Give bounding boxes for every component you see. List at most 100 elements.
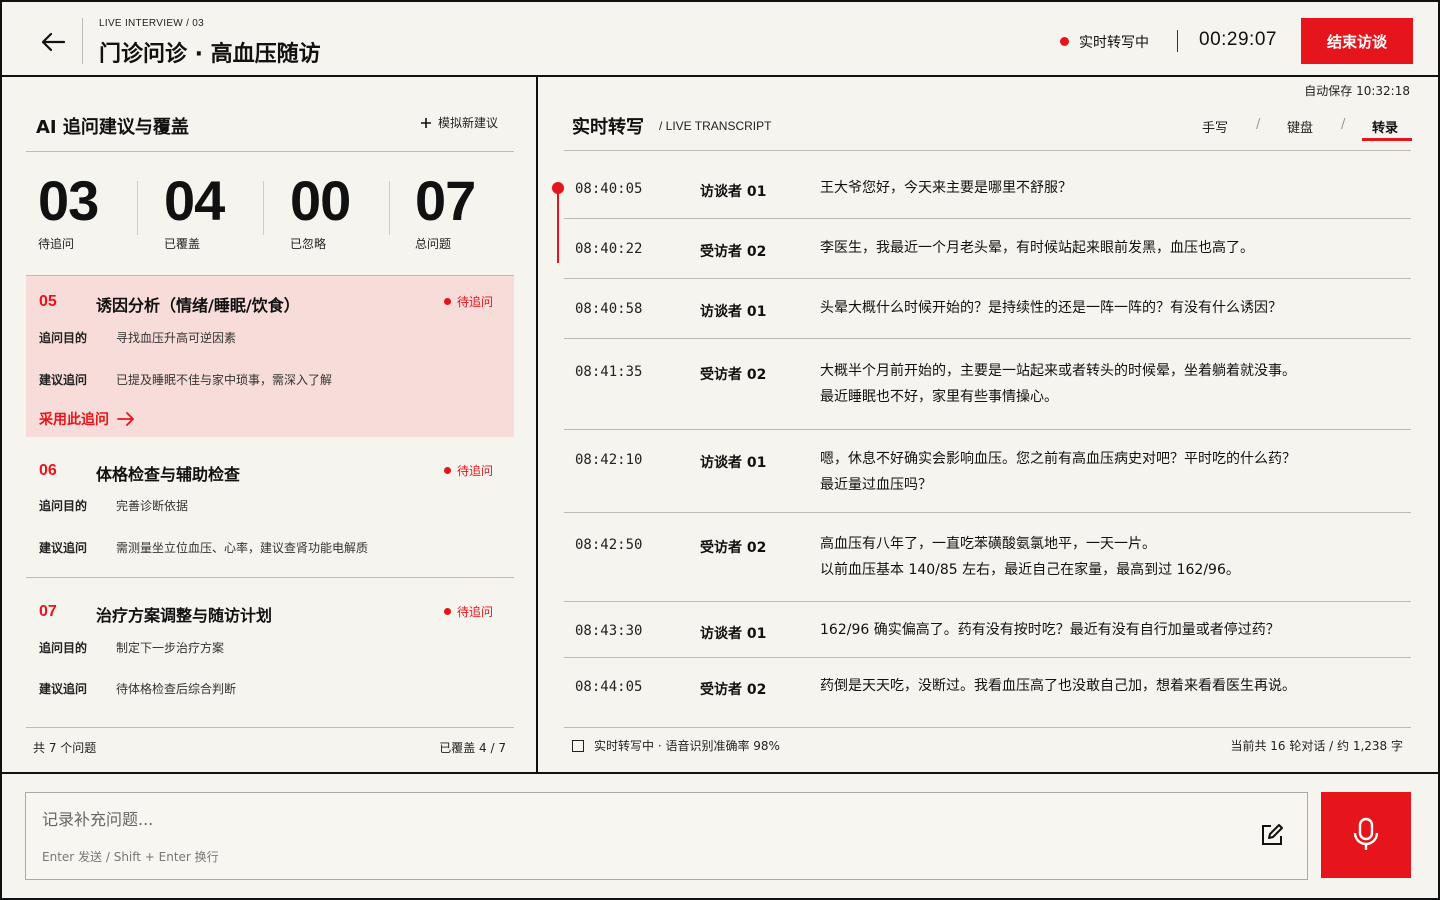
card-status-label: 待追问: [457, 464, 494, 478]
adopt-question-label: 采用此追问: [39, 412, 109, 428]
card-purpose-value: 制定下一步治疗方案: [116, 641, 225, 655]
transcript-speaker: 访谈者 01: [700, 304, 767, 320]
transcript-time: 08:40:58: [575, 301, 643, 317]
transcript-speaker: 访谈者 01: [700, 184, 767, 200]
transcript-row[interactable]: 08:42:10 访谈者 01 嗯，休息不好确实会影响血压。您之前有高血压病史对…: [564, 446, 1411, 516]
card-purpose-label: 追问目的: [39, 499, 88, 513]
divider: [564, 512, 1411, 513]
question-count: 共 7 个问题: [33, 741, 97, 755]
stat-divider: [263, 181, 264, 235]
divider: [564, 218, 1411, 219]
recording-status: 实时转写中: [1079, 35, 1149, 51]
stat-number: 00: [290, 169, 351, 232]
note-input[interactable]: [42, 807, 1222, 831]
suggestion-card-06[interactable]: 06 体格检查与辅助检查 待追问 追问目的 完善诊断依据 建议追问 需测量坐立位…: [26, 445, 514, 577]
suggestion-card-05[interactable]: 05 诱因分析（情绪/睡眠/饮食） 待追问 追问目的 寻找血压升高可逆因素 建议…: [26, 276, 514, 437]
transcript-time: 08:42:50: [575, 537, 643, 553]
divider: [564, 150, 1411, 151]
adopt-question-button[interactable]: 采用此追问: [39, 409, 135, 429]
transcript-text-line2: 最近睡眠也不好，家里有些事情操心。: [820, 389, 1058, 405]
tab-transcribe[interactable]: 转录: [1372, 117, 1398, 136]
status-checkbox[interactable]: [572, 739, 584, 752]
card-purpose-value: 完善诊断依据: [116, 499, 189, 513]
stat-label: 待追问: [38, 237, 75, 251]
divider: [564, 727, 1411, 728]
stat-number: 03: [38, 169, 99, 232]
transcript-row[interactable]: 08:44:05 受访者 02 药倒是天天吃，没断过。我看血压高了也没敢自己加，…: [564, 673, 1411, 717]
transcript-text: 头晕大概什么时候开始的？是持续性的还是一阵一阵的？有没有什么诱因？: [820, 300, 1282, 316]
simulate-suggestion-label: 模拟新建议: [438, 116, 499, 130]
transcript-row[interactable]: 08:40:58 访谈者 01 头晕大概什么时候开始的？是持续性的还是一阵一阵的…: [564, 295, 1411, 339]
card-number: 06: [39, 462, 57, 479]
card-status-label: 待追问: [457, 295, 494, 309]
transcript-time: 08:41:35: [575, 364, 643, 380]
transcript-text-line2: 最近量过血压吗？: [820, 477, 932, 493]
card-suggest-label: 建议追问: [39, 373, 88, 387]
card-title: 体格检查与辅助检查: [96, 465, 241, 484]
timer-divider: [1177, 30, 1178, 52]
transcript-speaker: 受访者 02: [700, 540, 767, 556]
microphone-icon: [1353, 817, 1379, 850]
card-suggest-value: 已提及睡眠不佳与家中琐事，需深入了解: [116, 373, 333, 387]
transcribe-status-label: 实时转写中 · 语音识别准确率 98%: [594, 739, 780, 753]
transcript-time: 08:42:10: [575, 452, 643, 468]
transcript-title: 实时转写: [572, 117, 644, 138]
transcript-text: 162/96 确实偏高了。药有没有按时吃？最近有没有自行加量或者停过药？: [820, 622, 1280, 638]
card-status: 待追问: [444, 293, 493, 310]
transcript-text: 嗯，休息不好确实会影响血压。您之前有高血压病史对吧？平时吃的什么药？: [820, 451, 1296, 467]
card-title: 诱因分析（情绪/睡眠/饮食）: [96, 296, 300, 315]
card-status-label: 待追问: [457, 605, 494, 619]
header-divider: [82, 18, 83, 64]
divider: [564, 657, 1411, 658]
transcript-row[interactable]: 08:42:50 受访者 02 高血压有八年了，一直吃苯磺酸氨氯地平，一天一片。…: [564, 531, 1411, 601]
tab-separator: /: [1341, 117, 1346, 132]
simulate-suggestion-button[interactable]: 模拟新建议: [420, 114, 498, 131]
transcript-row[interactable]: 08:40:05 访谈者 01 王大爷您好，今天来主要是哪里不舒服？: [564, 175, 1411, 219]
suggestions-panel: AI 追问建议与覆盖 模拟新建议 03 待追问 04 已覆盖 00 已忽略 07…: [2, 77, 538, 772]
note-input-box: Enter 发送 / Shift + Enter 换行: [25, 792, 1308, 880]
divider: [26, 577, 514, 578]
back-button[interactable]: [28, 20, 78, 64]
recording-dot-icon: [1060, 37, 1069, 46]
tab-handwrite[interactable]: 手写: [1202, 117, 1228, 136]
transcript-panel: 自动保存 10:32:18 实时转写 / LIVE TRANSCRIPT 手写 …: [540, 77, 1438, 772]
card-number: 05: [39, 293, 57, 310]
card-suggest-label: 建议追问: [39, 541, 88, 555]
transcript-text: 药倒是天天吃，没断过。我看血压高了也没敢自己加，想着来看看医生再说。: [820, 678, 1296, 694]
stat-label: 已覆盖: [164, 237, 201, 251]
transcript-speaker: 受访者 02: [700, 244, 767, 260]
transcript-text: 王大爷您好，今天来主要是哪里不舒服？: [820, 180, 1072, 196]
suggestion-card-07[interactable]: 07 治疗方案调整与随访计划 待追问 追问目的 制定下一步治疗方案 建议追问 待…: [26, 585, 514, 717]
suggestions-title: AI 追问建议与覆盖: [36, 117, 189, 138]
transcript-time: 08:40:05: [575, 181, 643, 197]
microphone-button[interactable]: [1321, 792, 1411, 878]
page-title: 门诊问诊 · 高血压随访: [99, 42, 321, 67]
transcript-row[interactable]: 08:40:22 受访者 02 李医生，我最近一个月老头晕，有时候站起来眼前发黑…: [564, 235, 1411, 279]
card-suggest-value: 待体格检查后综合判断: [116, 682, 237, 696]
timeline-bar: [557, 185, 559, 263]
card-purpose-label: 追问目的: [39, 331, 88, 345]
header-kicker: LIVE INTERVIEW / 03: [99, 18, 204, 29]
card-purpose-label: 追问目的: [39, 641, 88, 655]
stat-number: 07: [415, 169, 476, 232]
transcript-text: 大概半个月前开始的，主要是一站起来或者转头的时候晕，坐着躺着就没事。: [820, 363, 1296, 379]
session-timer: 00:29:07: [1199, 29, 1277, 50]
autosave-status: 自动保存 10:32:18: [1304, 84, 1410, 98]
stat-ignored: 00 已忽略: [290, 169, 351, 252]
tab-keyboard[interactable]: 键盘: [1287, 117, 1313, 136]
header: LIVE INTERVIEW / 03 门诊问诊 · 高血压随访 实时转写中 0…: [2, 2, 1438, 77]
arrow-left-icon: [41, 32, 66, 52]
transcript-row[interactable]: 08:43:30 访谈者 01 162/96 确实偏高了。药有没有按时吃？最近有…: [564, 617, 1411, 661]
transcript-speaker: 受访者 02: [700, 682, 767, 698]
transcript-text-line2: 以前血压基本 140/85 左右，最近自己在家量，最高到过 162/96。: [820, 562, 1240, 578]
card-suggest-label: 建议追问: [39, 682, 88, 696]
stat-number: 04: [164, 169, 225, 232]
transcript-row[interactable]: 08:41:35 受访者 02 大概半个月前开始的，主要是一站起来或者转头的时候…: [564, 358, 1411, 428]
card-status: 待追问: [444, 462, 493, 479]
edit-button[interactable]: [1259, 822, 1287, 850]
transcript-subtitle: / LIVE TRANSCRIPT: [659, 119, 772, 133]
timeline-dot-icon: [552, 182, 564, 194]
arrow-right-icon: [117, 412, 134, 426]
end-interview-button[interactable]: 结束访谈: [1301, 18, 1413, 64]
transcript-text: 高血压有八年了，一直吃苯磺酸氨氯地平，一天一片。: [820, 536, 1156, 552]
